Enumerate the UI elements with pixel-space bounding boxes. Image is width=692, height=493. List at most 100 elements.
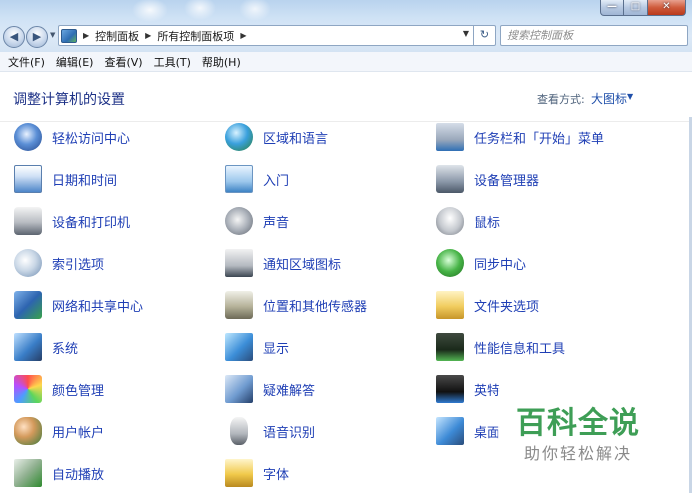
control-panel-item-label: 疑难解答 [263,383,316,399]
control-panel-item[interactable]: 用户帐户 [14,414,104,448]
control-panel-item-label: 轻松访问中心 [52,131,131,147]
getting-started-icon [225,165,253,193]
control-panel-item-label: 自动播放 [52,467,105,483]
control-panel-item[interactable]: 字体 [225,456,289,490]
control-panel-item[interactable]: 日期和时间 [14,162,117,196]
view-by-label: 查看方式: [537,93,585,106]
control-panel-item-label: 位置和其他传感器 [263,299,368,315]
control-panel-item-label: 显示 [263,341,290,357]
control-panel-item[interactable]: 性能信息和工具 [436,330,565,364]
control-panel-item[interactable]: 设备和打印机 [14,204,130,238]
control-panel-item-label: 设备和打印机 [52,215,131,231]
color-management-icon [14,375,42,403]
sound-icon [225,207,253,235]
control-panel-item-label: 用户帐户 [52,425,105,441]
forward-button[interactable]: ▶ [26,26,48,48]
menu-edit[interactable]: 编辑(E) [52,54,101,70]
search-input[interactable] [500,25,688,46]
control-panel-item[interactable]: 自动播放 [14,456,104,490]
network-sharing-icon [14,291,42,319]
control-panel-item[interactable]: 语音识别 [225,414,315,448]
menu-view[interactable]: 查看(V) [100,54,149,70]
control-panel-item-label: 日期和时间 [52,173,118,189]
breadcrumb-arrow-icon[interactable]: ▶ [83,31,89,40]
maximize-button[interactable]: □ [624,0,648,16]
control-panel-item-label: 网络和共享中心 [52,299,144,315]
control-panel-item[interactable]: 同步中心 [436,246,526,280]
speech-recognition-icon [230,417,248,445]
control-panel-item-label: 桌面 [474,425,501,441]
control-panel-item-label: 字体 [263,467,290,483]
back-button[interactable]: ◀ [3,26,25,48]
control-panel-item-label: 区域和语言 [263,131,329,147]
system-icon [14,333,42,361]
performance-icon [436,333,464,361]
control-panel-item[interactable]: 桌面 [436,414,500,448]
control-panel-item-label: 系统 [52,341,79,357]
fonts-icon [225,459,253,487]
window-controls: — □ ✕ [600,0,686,16]
breadcrumb-arrow-icon[interactable]: ▶ [145,31,151,40]
mouse-icon [436,207,464,235]
control-panel-item-label: 索引选项 [52,257,105,273]
control-panel-item-label: 语音识别 [263,425,316,441]
control-panel-item[interactable]: 任务栏和「开始」菜单 [436,120,604,154]
control-panel-item[interactable]: 颜色管理 [14,372,104,406]
control-panel-item-label: 入门 [263,173,290,189]
sync-center-icon [436,249,464,277]
control-panel-item-label: 颜色管理 [52,383,105,399]
graphics-icon [436,375,464,403]
view-by-dropdown[interactable]: 大图标 [591,90,627,107]
device-manager-icon [436,165,464,193]
troubleshooting-icon [225,375,253,403]
watermark-title: 百科全说 [516,406,640,441]
control-panel-item[interactable]: 文件夹选项 [436,288,539,322]
date-time-icon [14,165,42,193]
recent-pages-chevron-down-icon[interactable]: ▼ [50,31,55,39]
desktop-gadgets-icon [436,417,464,445]
control-panel-item[interactable]: 声音 [225,204,289,238]
control-panel-item-label: 设备管理器 [474,173,540,189]
control-panel-item[interactable]: 位置和其他传感器 [225,288,367,322]
menu-file[interactable]: 文件(F) [4,54,52,70]
control-panel-item[interactable]: 英特 [436,372,500,406]
menu-help[interactable]: 帮助(H) [198,54,248,70]
window-chrome: — □ ✕ ◀ ▶ ▼ ▶ 控制面板 ▶ 所有控制面板项 ▶ ▼ ↻ [0,0,692,52]
control-panel-item[interactable]: 鼠标 [436,204,500,238]
address-history-chevron-down-icon[interactable]: ▼ [463,29,469,38]
control-panel-item[interactable]: 系统 [14,330,78,364]
control-panel-item-label: 同步中心 [474,257,527,273]
control-panel-item-label: 通知区域图标 [263,257,342,273]
control-panel-item[interactable]: 区域和语言 [225,120,328,154]
control-panel-item[interactable]: 通知区域图标 [225,246,341,280]
breadcrumb-control-panel[interactable]: 控制面板 [95,28,139,44]
autoplay-icon [14,459,42,487]
view-by-chevron-down-icon[interactable]: ▼ [627,92,633,101]
control-panel-item[interactable]: 索引选项 [14,246,104,280]
control-panel-item[interactable]: 入门 [225,162,289,196]
address-bar[interactable]: ▶ 控制面板 ▶ 所有控制面板项 ▶ ▼ ↻ [58,25,496,46]
taskbar-thumbnails-decoration [130,0,290,22]
breadcrumb-arrow-icon[interactable]: ▶ [240,31,246,40]
ease-of-access-icon [14,123,42,151]
indexing-options-icon [14,249,42,277]
control-panel-item[interactable]: 显示 [225,330,289,364]
watermark-subtitle: 助你轻松解决 [524,444,633,463]
minimize-button[interactable]: — [600,0,624,16]
refresh-icon[interactable]: ↻ [473,25,495,46]
control-panel-item-label: 任务栏和「开始」菜单 [474,131,605,147]
control-panel-item[interactable]: 疑难解答 [225,372,315,406]
control-panel-item-label: 英特 [474,383,501,399]
page-title: 调整计算机的设置 [13,92,125,108]
menu-tools[interactable]: 工具(T) [150,54,198,70]
close-button[interactable]: ✕ [648,0,686,16]
control-panel-item[interactable]: 设备管理器 [436,162,539,196]
control-panel-item[interactable]: 轻松访问中心 [14,120,130,154]
location-sensors-icon [225,291,253,319]
breadcrumb-all-items[interactable]: 所有控制面板项 [157,28,234,44]
control-panel-item[interactable]: 网络和共享中心 [14,288,143,322]
menu-bar: 文件(F) 编辑(E) 查看(V) 工具(T) 帮助(H) [0,52,692,72]
user-accounts-icon [14,417,42,445]
control-panel-item-label: 文件夹选项 [474,299,540,315]
content-header: 调整计算机的设置 查看方式: 大图标 ▼ [0,72,692,122]
